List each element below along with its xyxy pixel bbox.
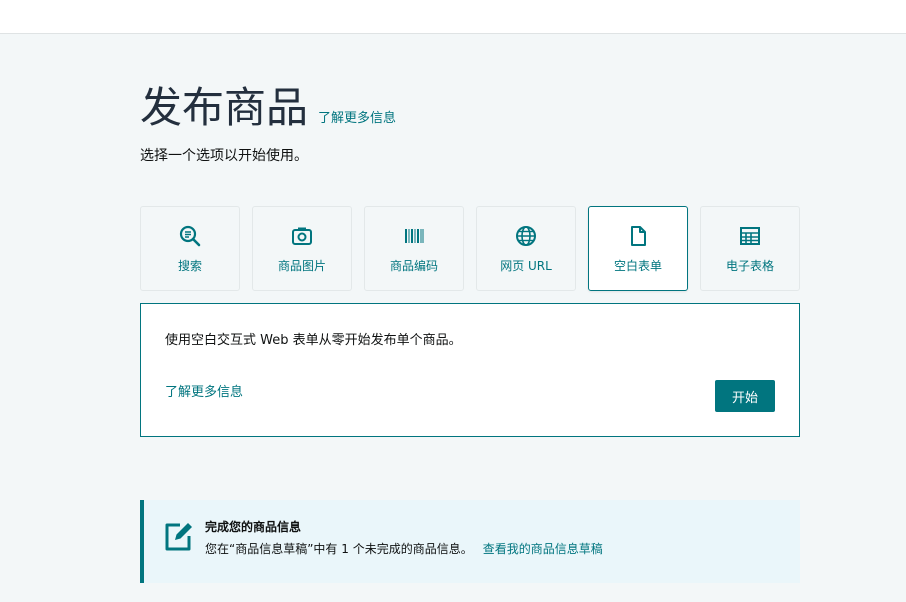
panel-description: 使用空白交互式 Web 表单从零开始发布单个商品。 [165,333,462,348]
option-detail-panel: 使用空白交互式 Web 表单从零开始发布单个商品。 了解更多信息 开始 [140,303,800,437]
option-label: 电子表格 [725,259,774,273]
panel-learn-more-link[interactable]: 了解更多信息 [165,381,243,400]
option-web-url[interactable]: 网页 URL [476,206,576,291]
top-bar [0,0,906,34]
option-product-code[interactable]: 商品编码 [364,206,464,291]
start-button[interactable]: 开始 [715,380,775,412]
option-label: 搜索 [177,259,202,273]
draft-text: 您在“商品信息草稿”中有 1 个未完成的商品信息。 [205,542,473,556]
view-drafts-link[interactable]: 查看我的商品信息草稿 [483,542,603,556]
barcode-icon [402,224,426,248]
search-document-icon [178,224,202,248]
option-spreadsheet[interactable]: 电子表格 [700,206,800,291]
option-label: 网页 URL [500,259,552,273]
option-blank-form[interactable]: 空白表单 [588,206,688,291]
camera-icon [290,224,314,248]
draft-title: 完成您的商品信息 [205,520,302,534]
draft-text-row: 您在“商品信息草稿”中有 1 个未完成的商品信息。 查看我的商品信息草稿 [205,540,603,557]
edit-icon [164,520,194,552]
blank-document-icon [626,224,650,248]
globe-icon [514,224,538,248]
option-label: 商品编码 [389,259,438,273]
title-row: 发布商品 了解更多信息 [140,84,396,132]
option-search[interactable]: 搜索 [140,206,240,291]
page-title: 发布商品 [140,83,309,132]
option-label: 空白表单 [613,259,662,273]
page-subtitle: 选择一个选项以开始使用。 [140,148,308,164]
title-learn-more-link[interactable]: 了解更多信息 [318,107,396,126]
spreadsheet-icon [738,224,762,248]
option-label: 商品图片 [277,259,326,273]
listing-options: 搜索 商品图片 商品编码 网页 URL 空白表单 电子表格 [140,206,800,291]
draft-notice: 完成您的商品信息 您在“商品信息草稿”中有 1 个未完成的商品信息。 查看我的商品… [140,500,800,583]
option-product-image[interactable]: 商品图片 [252,206,352,291]
